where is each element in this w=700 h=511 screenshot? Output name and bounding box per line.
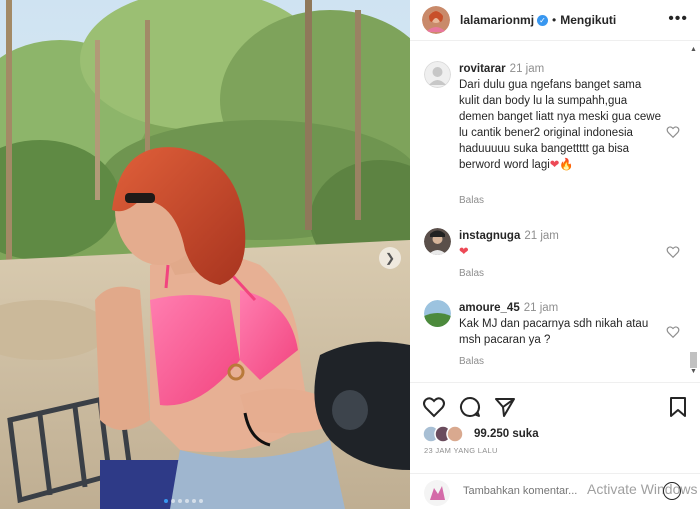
emoji-icon[interactable] xyxy=(663,482,681,500)
carousel-dot xyxy=(185,499,189,503)
current-user-avatar xyxy=(424,480,450,506)
like-comment-heart-icon[interactable] xyxy=(666,325,680,339)
comment-username[interactable]: amoure_45 xyxy=(459,302,520,314)
reply-button[interactable]: Balas xyxy=(459,268,484,279)
carousel-dot xyxy=(192,499,196,503)
comment-emoji: ❤🔥 xyxy=(549,159,574,171)
comments-scrollbar[interactable]: ▲ ▼ xyxy=(689,46,698,376)
following-button[interactable]: Mengikuti xyxy=(560,13,616,27)
likes-row[interactable]: 99.250 suka xyxy=(422,425,539,443)
carousel-dot xyxy=(171,499,175,503)
separator-dot: • xyxy=(552,13,557,27)
like-heart-icon[interactable] xyxy=(422,395,446,419)
post-photo[interactable]: ❯ xyxy=(0,0,410,509)
verified-badge-icon: ✓ xyxy=(537,14,549,26)
comment-text: Dari dulu gua ngefans banget sama kulit … xyxy=(459,79,662,171)
carousel-dot xyxy=(164,499,168,503)
comments-list: rovitarar 21 jam Dari dulu gua ngefans ba… xyxy=(410,41,688,381)
author-avatar[interactable] xyxy=(422,6,450,34)
post-timestamp[interactable]: 23 JAM YANG LALU xyxy=(424,446,498,455)
commenter-avatar[interactable] xyxy=(424,228,451,255)
commenter-avatar[interactable] xyxy=(424,300,451,327)
comment-text: Kak MJ dan pacarnya sdh nikah atau msh p… xyxy=(459,318,649,346)
like-comment-heart-icon[interactable] xyxy=(666,125,680,139)
scroll-down-icon[interactable]: ▼ xyxy=(689,368,698,375)
comment-time: 21 jam xyxy=(509,63,545,75)
comment-username[interactable]: rovitarar xyxy=(459,63,506,75)
scrollbar-thumb[interactable] xyxy=(690,352,697,368)
carousel-indicator xyxy=(164,499,203,503)
more-options-icon[interactable]: ••• xyxy=(668,10,688,28)
post-header: lalamarionmj ✓ • Mengikuti ••• xyxy=(410,0,700,41)
commenter-avatar[interactable] xyxy=(424,61,451,88)
likes-label: suka xyxy=(512,428,539,440)
likes-count: 99.250 suka xyxy=(474,428,539,440)
carousel-dot xyxy=(178,499,182,503)
share-send-icon[interactable] xyxy=(493,395,517,419)
reply-button[interactable]: Balas xyxy=(459,195,484,206)
chevron-right-icon: ❯ xyxy=(384,251,396,265)
reply-button[interactable]: Balas xyxy=(459,356,484,367)
comment-bubble-icon[interactable] xyxy=(458,395,482,419)
add-comment-row: Activate Windows xyxy=(410,473,700,511)
comment-time: 21 jam xyxy=(524,230,559,242)
carousel-dot xyxy=(199,499,203,503)
like-comment-heart-icon[interactable] xyxy=(666,245,680,259)
next-photo-button[interactable]: ❯ xyxy=(379,247,401,269)
liker-avatars xyxy=(422,425,464,443)
post-image xyxy=(0,0,410,509)
scroll-up-icon[interactable]: ▲ xyxy=(689,46,698,53)
comment-time: 21 jam xyxy=(523,302,559,314)
post-actions: 99.250 suka 23 JAM YANG LALU Activate Wi… xyxy=(410,382,700,508)
save-bookmark-icon[interactable] xyxy=(666,395,690,419)
author-username[interactable]: lalamarionmj xyxy=(460,13,534,27)
comment-emoji: ❤ xyxy=(459,246,469,258)
add-comment-input[interactable] xyxy=(463,485,593,497)
likes-number: 99.250 xyxy=(474,428,510,440)
comment-username[interactable]: instagnuga xyxy=(459,230,520,242)
post-side-panel: lalamarionmj ✓ • Mengikuti ••• rovitarar… xyxy=(410,0,700,509)
